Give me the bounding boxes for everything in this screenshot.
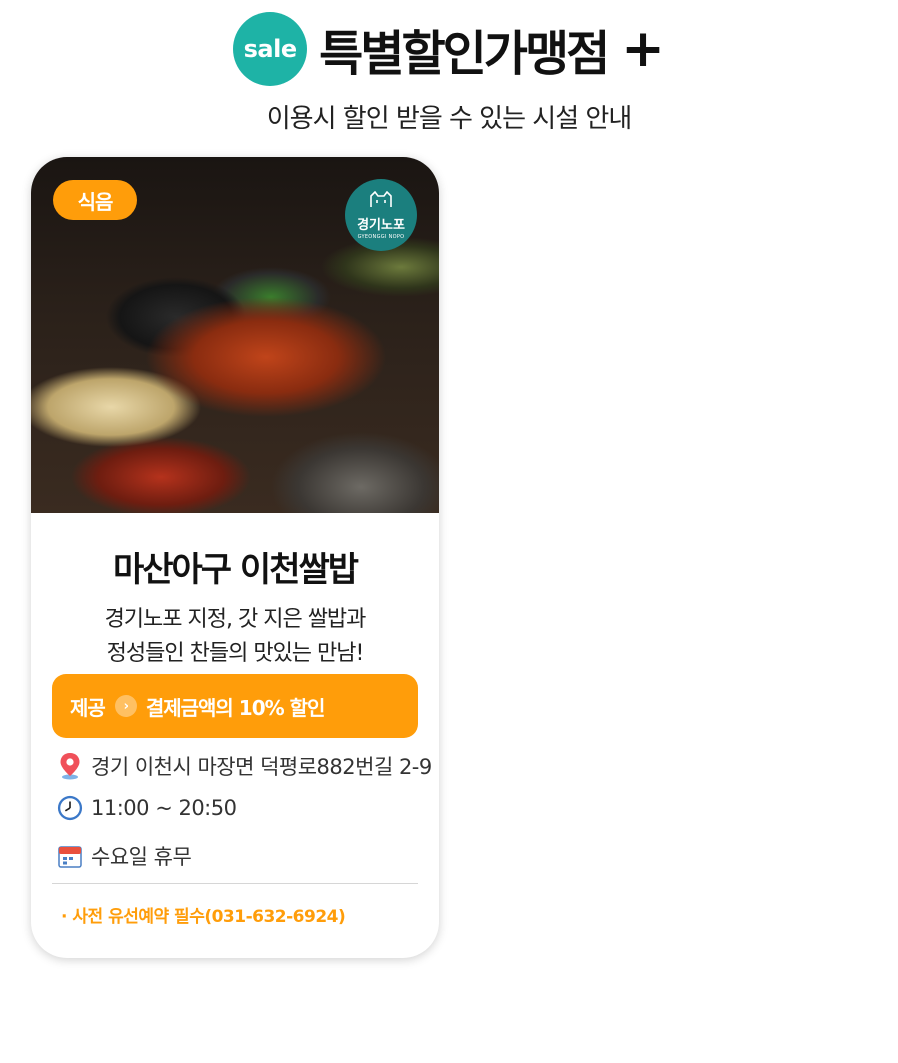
offer-label: 제공 xyxy=(70,695,106,720)
reservation-notice: · 사전 유선예약 필수(031-632-6924) xyxy=(61,907,346,927)
store-card[interactable]: 식음 경기노포 GYEONGGI NOPO 마산아구 이천쌀밥 경기노포 지정,… xyxy=(31,157,439,958)
location-pin-icon xyxy=(57,752,83,780)
page-header: sale 특별할인가맹점 + xyxy=(0,12,898,86)
closed-day-row: 수요일 휴무 xyxy=(57,841,192,871)
hours-row: 11:00 ~ 20:50 xyxy=(57,794,237,822)
plus-icon[interactable]: + xyxy=(621,23,665,75)
hours-text: 11:00 ~ 20:50 xyxy=(91,796,237,820)
cat-face-icon xyxy=(368,190,394,213)
chevron-right-icon: › xyxy=(114,695,137,717)
clock-icon xyxy=(57,794,83,822)
store-description-line-2: 정성들인 찬들의 맛있는 만남! xyxy=(106,641,365,666)
offer-text: 결제금액의 10% 할인 xyxy=(145,695,326,720)
category-badge: 식음 xyxy=(53,180,137,220)
store-name: 마산아구 이천쌀밥 xyxy=(112,550,359,590)
sale-badge: sale xyxy=(233,12,308,86)
discount-offer-banner: 제공 › 결제금액의 10% 할인 xyxy=(52,674,418,738)
closed-day-text: 수요일 휴무 xyxy=(91,845,192,869)
calendar-icon xyxy=(57,842,83,870)
store-logo: 경기노포 GYEONGGI NOPO xyxy=(345,179,417,251)
page-title: 특별할인가맹점 xyxy=(319,26,610,82)
divider xyxy=(52,883,418,884)
store-logo-sub: GYEONGGI NOPO xyxy=(357,233,405,240)
page-subtitle: 이용시 할인 받을 수 있는 시설 안내 xyxy=(266,104,632,134)
address-row: 경기 이천시 마장면 덕평로882번길 2-9 xyxy=(57,751,432,781)
address-text: 경기 이천시 마장면 덕평로882번길 2-9 xyxy=(91,755,432,779)
store-description-line-1: 경기노포 지정, 갓 지은 쌀밥과 xyxy=(104,607,367,632)
store-logo-name: 경기노포 xyxy=(357,217,405,233)
